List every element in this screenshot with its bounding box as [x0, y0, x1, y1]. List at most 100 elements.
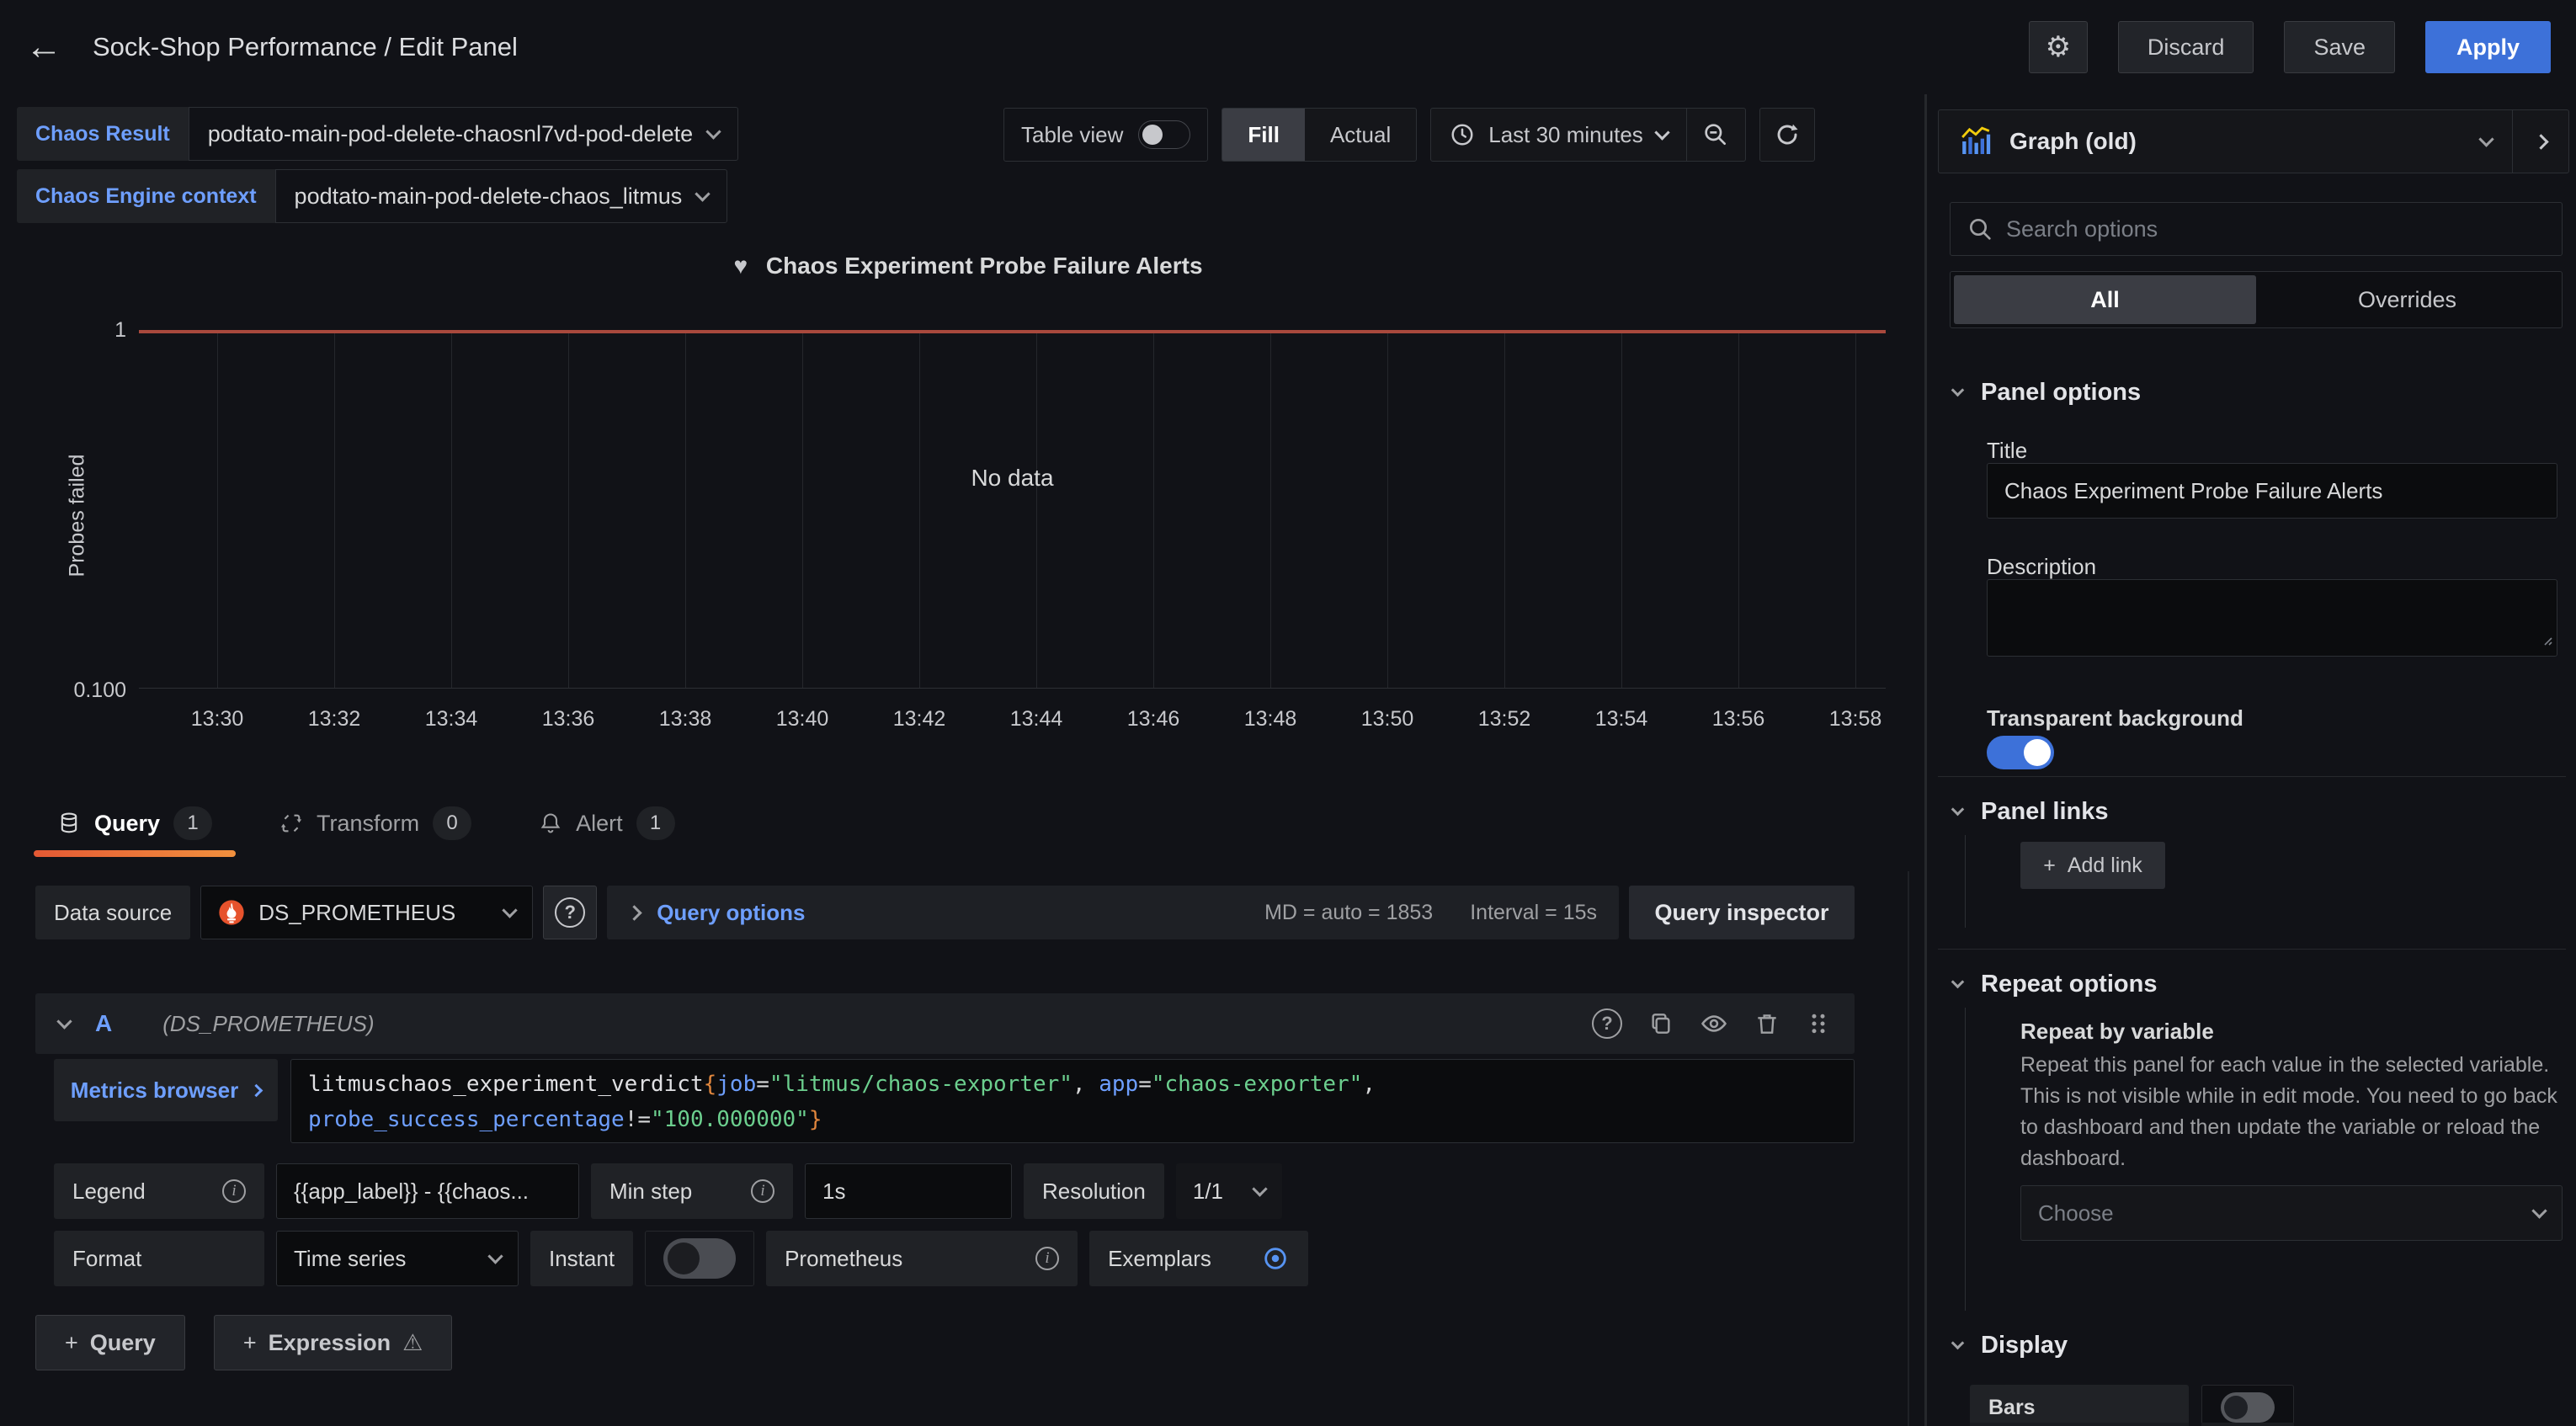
- clock-icon: [1450, 122, 1475, 147]
- view-controls: Table view Fill Actual Last 30 minutes: [1003, 108, 1815, 162]
- collapse-query-icon[interactable]: [56, 1014, 72, 1029]
- max-data-points: MD = auto = 1853: [1264, 901, 1433, 925]
- save-button[interactable]: Save: [2284, 21, 2395, 73]
- prometheus-type-field: Prometheus i: [766, 1231, 1078, 1286]
- grafana-edit-panel-screen: ← Sock-Shop Performance / Edit Panel ⚙ D…: [0, 0, 2576, 1426]
- chart-plot-area[interactable]: No data: [139, 330, 1886, 689]
- apply-button[interactable]: Apply: [2425, 21, 2551, 73]
- tab-query[interactable]: Query 1: [51, 796, 219, 850]
- metrics-browser-button[interactable]: Metrics browser: [54, 1059, 278, 1121]
- query-row-header[interactable]: A (DS_PROMETHEUS) ?: [35, 993, 1855, 1054]
- query-inspector-button[interactable]: Query inspector: [1629, 886, 1855, 939]
- variable-value-dropdown[interactable]: podtato-main-pod-delete-chaosnl7vd-pod-d…: [189, 107, 738, 161]
- exemplars-field: Exemplars: [1089, 1231, 1308, 1286]
- chevron-down-icon: [1252, 1181, 1267, 1196]
- warning-icon: ⚠: [402, 1330, 423, 1356]
- tab-transform[interactable]: Transform 0: [273, 796, 478, 850]
- expression-token: "chaos-exporter": [1152, 1072, 1362, 1097]
- instant-toggle[interactable]: [663, 1238, 736, 1279]
- query-stats: MD = auto = 1853 Interval = 15s: [1264, 901, 1597, 925]
- promql-expression-editor[interactable]: litmuschaos_experiment_verdict{job="litm…: [290, 1059, 1855, 1143]
- expression-token: ,: [1362, 1072, 1376, 1097]
- x-tick-label: 13:50: [1337, 707, 1438, 732]
- datasource-help-button[interactable]: ?: [543, 886, 597, 939]
- tab-count-badge: 1: [173, 806, 212, 840]
- panel-description-textarea[interactable]: [1987, 579, 2557, 657]
- editor-tabs: Query 1 Transform 0 Alert 1: [51, 796, 682, 850]
- panel-header[interactable]: ♥ Chaos Experiment Probe Failure Alerts: [0, 253, 1936, 279]
- chevron-down-icon: [2478, 131, 2494, 146]
- tab-count-badge: 0: [433, 806, 471, 840]
- gridline: [568, 332, 569, 688]
- interval: Interval = 15s: [1470, 901, 1597, 925]
- table-view-toggle[interactable]: [1138, 120, 1190, 149]
- filter-overrides[interactable]: Overrides: [2256, 275, 2558, 324]
- bars-toggle[interactable]: [2221, 1392, 2275, 1423]
- section-divider: [1938, 776, 2566, 777]
- actual-option[interactable]: Actual: [1305, 109, 1416, 161]
- datasource-row: Data source DS_PROMETHEUS ? Query option…: [35, 886, 1855, 939]
- duplicate-icon[interactable]: [1647, 1010, 1674, 1037]
- query-ref-id: A: [95, 1010, 112, 1037]
- gridline: [802, 332, 803, 688]
- panel-settings-button[interactable]: ⚙: [2029, 21, 2088, 73]
- variable-chaos-result: Chaos Result podtato-main-pod-delete-cha…: [17, 107, 738, 161]
- section-repeat-options[interactable]: Repeat options: [1953, 971, 2157, 998]
- section-display[interactable]: Display: [1953, 1332, 2068, 1359]
- query-options-bar[interactable]: Query options MD = auto = 1853 Interval …: [607, 886, 1619, 939]
- trash-icon[interactable]: [1754, 1010, 1780, 1037]
- expression-token: }: [809, 1107, 822, 1132]
- transparent-background-label: Transparent background: [1987, 705, 2243, 732]
- discard-button[interactable]: Discard: [2118, 21, 2254, 73]
- tab-alert[interactable]: Alert 1: [532, 796, 682, 850]
- add-expression-button[interactable]: + Expression ⚠: [214, 1315, 453, 1370]
- filter-all[interactable]: All: [1954, 275, 2256, 324]
- x-axis-labels: 13:3013:3213:3413:3613:3813:4013:4213:44…: [139, 707, 1886, 736]
- x-tick-label: 13:30: [167, 707, 268, 732]
- legend-input[interactable]: [276, 1163, 579, 1219]
- query-help-icon[interactable]: ?: [1592, 1008, 1622, 1039]
- eye-icon[interactable]: [1700, 1009, 1728, 1038]
- tab-label: Alert: [576, 811, 623, 837]
- datasource-picker[interactable]: DS_PROMETHEUS: [200, 886, 533, 939]
- resolution-select[interactable]: 1/1: [1176, 1163, 1282, 1219]
- back-arrow-icon[interactable]: ←: [25, 29, 62, 66]
- panel-title-input[interactable]: [1987, 463, 2557, 519]
- info-icon: i: [751, 1179, 774, 1203]
- alert-heart-icon: ♥: [733, 253, 748, 279]
- x-tick-label: 13:38: [635, 707, 736, 732]
- fill-option[interactable]: Fill: [1222, 109, 1305, 161]
- resize-handle-icon[interactable]: [2540, 626, 2553, 652]
- refresh-button[interactable]: [1759, 108, 1815, 162]
- section-panel-links[interactable]: Panel links: [1953, 798, 2109, 826]
- search-options-input[interactable]: [1950, 202, 2563, 256]
- x-tick-label: 13:52: [1454, 707, 1555, 732]
- bars-option-label: Bars: [1970, 1385, 2189, 1426]
- info-icon: i: [1035, 1247, 1059, 1270]
- query-actions: ?: [1592, 1008, 1831, 1039]
- collapse-options-button[interactable]: [2513, 109, 2569, 173]
- save-label: Save: [2313, 35, 2366, 61]
- add-link-button[interactable]: + Add link: [2020, 842, 2165, 889]
- info-icon: i: [222, 1179, 246, 1203]
- add-query-button[interactable]: + Query: [35, 1315, 185, 1370]
- min-step-input[interactable]: [805, 1163, 1012, 1219]
- section-panel-options[interactable]: Panel options: [1953, 379, 2141, 407]
- repeat-variable-select[interactable]: Choose: [2020, 1185, 2563, 1241]
- zoom-out-time-button[interactable]: [1686, 109, 1745, 161]
- format-select[interactable]: Time series: [276, 1231, 519, 1286]
- repeat-variable-placeholder: Choose: [2038, 1200, 2114, 1226]
- time-range-button[interactable]: Last 30 minutes: [1431, 109, 1686, 161]
- transparent-background-toggle[interactable]: [1987, 736, 2054, 769]
- query-scrollbar-track[interactable]: [1908, 871, 1909, 1426]
- visualization-picker[interactable]: Graph (old): [1938, 109, 2513, 173]
- tab-count-badge: 1: [636, 806, 675, 840]
- table-view-label: Table view: [1021, 122, 1123, 148]
- plus-icon: +: [65, 1330, 78, 1356]
- drag-handle-icon[interactable]: [1806, 1011, 1831, 1036]
- options-search: [1950, 202, 2563, 256]
- variable-value-dropdown[interactable]: podtato-main-pod-delete-chaos_litmus: [275, 169, 728, 223]
- exemplars-icon[interactable]: [1261, 1244, 1290, 1273]
- toggle-knob: [2224, 1396, 2248, 1419]
- add-query-label: Query: [90, 1330, 156, 1356]
